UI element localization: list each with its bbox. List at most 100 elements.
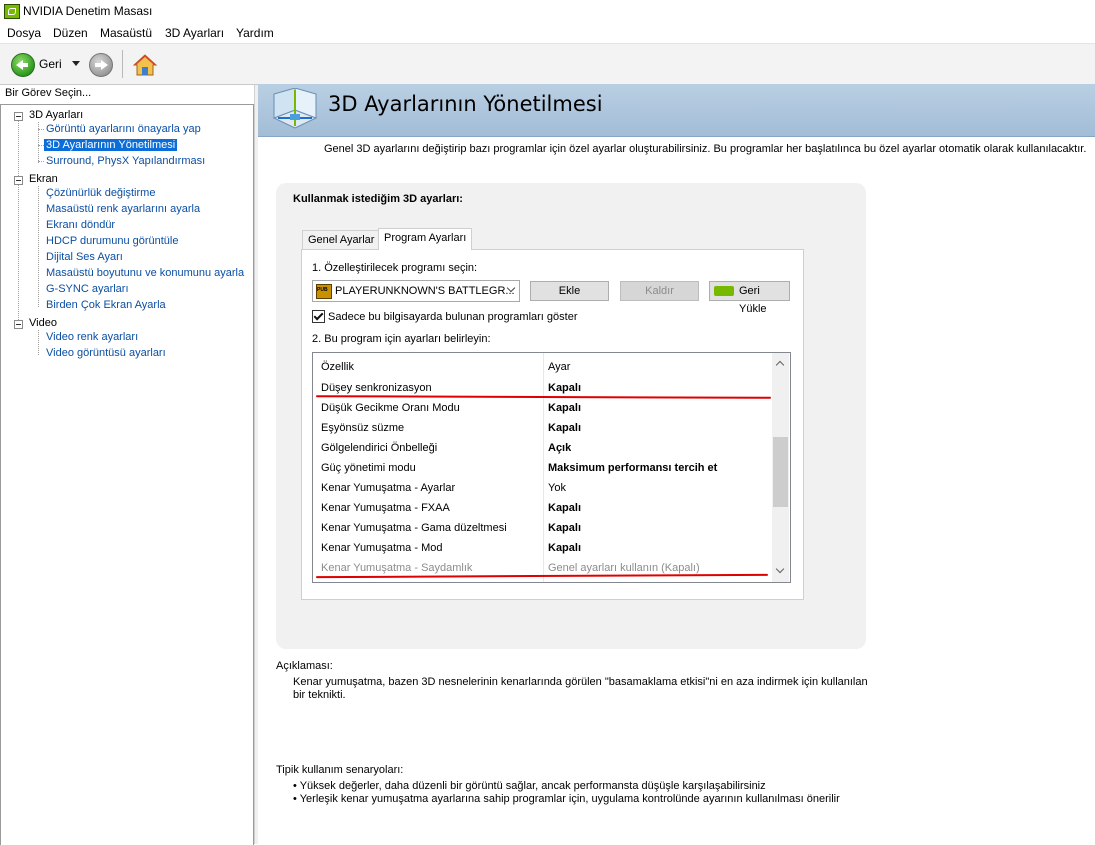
step2-label: 2. Bu program için ayarları belirleyin:	[312, 333, 491, 345]
forward-arrow-icon	[95, 60, 108, 70]
setting-value[interactable]: Kapalı	[548, 402, 581, 414]
back-arrow-icon	[16, 60, 28, 70]
home-icon	[132, 54, 158, 76]
setting-value[interactable]: Kapalı	[548, 542, 581, 554]
sidebar-item-hdcp-status[interactable]: HDCP durumunu görüntüle	[46, 235, 178, 247]
sidebar-item-desktop-color[interactable]: Masaüstü renk ayarlarını ayarla	[46, 203, 200, 215]
task-pane-title: Bir Görev Seçin...	[5, 87, 92, 99]
page-title: 3D Ayarlarının Yönetilmesi	[328, 92, 603, 116]
forward-button[interactable]	[89, 53, 113, 77]
sidebar-item-desktop-size-position[interactable]: Masaüstü boyutunu ve konumunu ayarla	[46, 267, 244, 279]
setting-value[interactable]: Kapalı	[548, 422, 581, 434]
usage-bullet: • Yerleşik kenar yumuşatma ayarlarına sa…	[293, 793, 840, 805]
restore-button[interactable]: Geri Yükle	[709, 281, 790, 315]
task-tree: 3D Ayarları Görüntü ayarlarını önayarla …	[0, 104, 254, 845]
window-title: NVIDIA Denetim Masası	[23, 4, 153, 18]
table-row[interactable]: Gölgelendirici Önbelleği Açık	[313, 438, 773, 458]
pane-splitter[interactable]	[254, 85, 258, 844]
table-scrollbar[interactable]	[772, 353, 789, 582]
setting-feature: Kenar Yumuşatma - Mod	[321, 542, 443, 554]
sidebar-item-multiple-displays[interactable]: Birden Çok Ekran Ayarla	[46, 299, 166, 311]
settings-table: Özellik Ayar Düşey senkronizasyon Kapalı…	[312, 352, 791, 583]
column-header-feature: Özellik	[321, 361, 355, 373]
table-row[interactable]: Kenar Yumuşatma - Mod Kapalı	[313, 538, 773, 558]
table-row[interactable]: Kenar Yumuşatma - Gama düzeltmesi Kapalı	[313, 518, 773, 538]
sidebar-item-video-color[interactable]: Video renk ayarları	[46, 331, 138, 343]
title-bar	[0, 0, 1095, 23]
usage-scenarios-label: Tipik kullanım senaryoları:	[276, 764, 404, 776]
table-row[interactable]: Eşyönsüz süzme Kapalı	[313, 418, 773, 438]
sidebar-item-preview-settings[interactable]: Görüntü ayarlarını önayarla yap	[46, 123, 201, 135]
sidebar-item-surround-physx[interactable]: Surround, PhysX Yapılandırması	[46, 155, 205, 167]
panel-heading: Kullanmak istediğim 3D ayarları:	[293, 193, 463, 205]
setting-value[interactable]: Kapalı	[548, 382, 581, 394]
home-button[interactable]	[132, 53, 158, 77]
table-row[interactable]: Düşük Gecikme Oranı Modu Kapalı	[313, 398, 773, 418]
description-label: Açıklaması:	[276, 660, 333, 672]
sidebar-item-digital-audio[interactable]: Dijital Ses Ayarı	[46, 251, 123, 263]
usage-bullet: • Yüksek değerler, daha düzenli bir görü…	[293, 780, 766, 792]
sidebar-item-manage-3d-settings[interactable]: 3D Ayarlarının Yönetilmesi	[44, 139, 178, 151]
setting-value[interactable]: Açık	[548, 442, 571, 454]
table-row[interactable]: Kenar Yumuşatma - FXAA Kapalı	[313, 498, 773, 518]
3d-settings-icon	[270, 87, 320, 132]
tree-category-display[interactable]: Ekran	[29, 173, 58, 185]
task-pane-header: Bir Görev Seçin...	[0, 85, 256, 103]
setting-value[interactable]: Kapalı	[548, 522, 581, 534]
tab-global-settings[interactable]: Genel Ayarlar	[302, 230, 381, 250]
setting-value[interactable]: Genel ayarları kullanın (Kapalı)	[548, 562, 700, 574]
sidebar-item-rotate-display[interactable]: Ekranı döndür	[46, 219, 115, 231]
setting-value[interactable]: Kapalı	[548, 502, 581, 514]
setting-feature: Kenar Yumuşatma - FXAA	[321, 502, 450, 514]
sidebar-item-video-image[interactable]: Video görüntüsü ayarları	[46, 347, 166, 359]
setting-feature: Kenar Yumuşatma - Gama düzeltmesi	[321, 522, 507, 534]
table-row[interactable]: Güç yönetimi modu Maksimum performansı t…	[313, 458, 773, 478]
setting-feature: Gölgelendirici Önbelleği	[321, 442, 438, 454]
collapse-icon[interactable]	[14, 320, 23, 329]
menu-edit[interactable]: Düzen	[53, 26, 88, 40]
setting-feature: Güç yönetimi modu	[321, 462, 416, 474]
tree-category-video[interactable]: Video	[29, 317, 57, 329]
sidebar-item-change-resolution[interactable]: Çözünürlük değiştirme	[46, 187, 155, 199]
show-installed-only-label[interactable]: Sadece bu bilgisayarda bulunan programla…	[328, 311, 578, 323]
nvidia-app-icon	[4, 4, 20, 19]
back-history-dropdown-icon[interactable]	[72, 61, 80, 66]
menu-file[interactable]: Dosya	[7, 26, 41, 40]
remove-program-button[interactable]: Kaldır	[620, 281, 699, 301]
nvidia-logo-icon	[714, 286, 734, 296]
program-select-value: PLAYERUNKNOWN'S BATTLEGR...	[335, 285, 515, 297]
setting-feature: Düşük Gecikme Oranı Modu	[321, 402, 460, 414]
collapse-icon[interactable]	[14, 176, 23, 185]
show-installed-only-checkbox[interactable]	[312, 310, 325, 323]
menu-help[interactable]: Yardım	[236, 26, 274, 40]
back-button[interactable]	[11, 53, 35, 77]
add-program-button[interactable]: Ekle	[530, 281, 609, 301]
page-description: Genel 3D ayarlarını değiştirip bazı prog…	[324, 143, 1087, 155]
back-label[interactable]: Geri	[39, 57, 62, 71]
tree-category-3d[interactable]: 3D Ayarları	[29, 109, 83, 121]
menu-bar: Dosya Düzen Masaüstü 3D Ayarları Yardım	[0, 23, 1095, 44]
table-row[interactable]: Kenar Yumuşatma - Ayarlar Yok	[313, 478, 773, 498]
setting-feature: Kenar Yumuşatma - Saydamlık	[321, 562, 473, 574]
setting-value[interactable]: Maksimum performansı tercih et	[548, 462, 717, 474]
program-select[interactable]: PLAYERUNKNOWN'S BATTLEGR...	[312, 280, 520, 302]
setting-feature: Eşyönsüz süzme	[321, 422, 405, 434]
tree-connector	[38, 186, 39, 307]
collapse-icon[interactable]	[14, 112, 23, 121]
tree-connector	[38, 330, 39, 355]
tree-connector	[38, 161, 44, 162]
setting-feature: Düşey senkronizasyon	[321, 382, 432, 394]
restore-button-label: Geri Yükle	[739, 285, 767, 315]
description-text: Kenar yumuşatma, bazen 3D nesnelerinin k…	[293, 676, 868, 701]
setting-value[interactable]: Yok	[548, 482, 566, 494]
scroll-thumb[interactable]	[773, 437, 788, 507]
sidebar-item-gsync[interactable]: G-SYNC ayarları	[46, 283, 129, 295]
menu-3d-settings[interactable]: 3D Ayarları	[165, 26, 224, 40]
column-header-value: Ayar	[548, 361, 571, 373]
tab-program-settings[interactable]: Program Ayarları	[378, 228, 473, 250]
scroll-up-icon[interactable]	[775, 360, 785, 370]
scroll-down-icon[interactable]	[775, 564, 785, 574]
menu-desktop[interactable]: Masaüstü	[100, 26, 152, 40]
tree-connector	[38, 129, 44, 130]
tree-connector	[18, 121, 19, 324]
